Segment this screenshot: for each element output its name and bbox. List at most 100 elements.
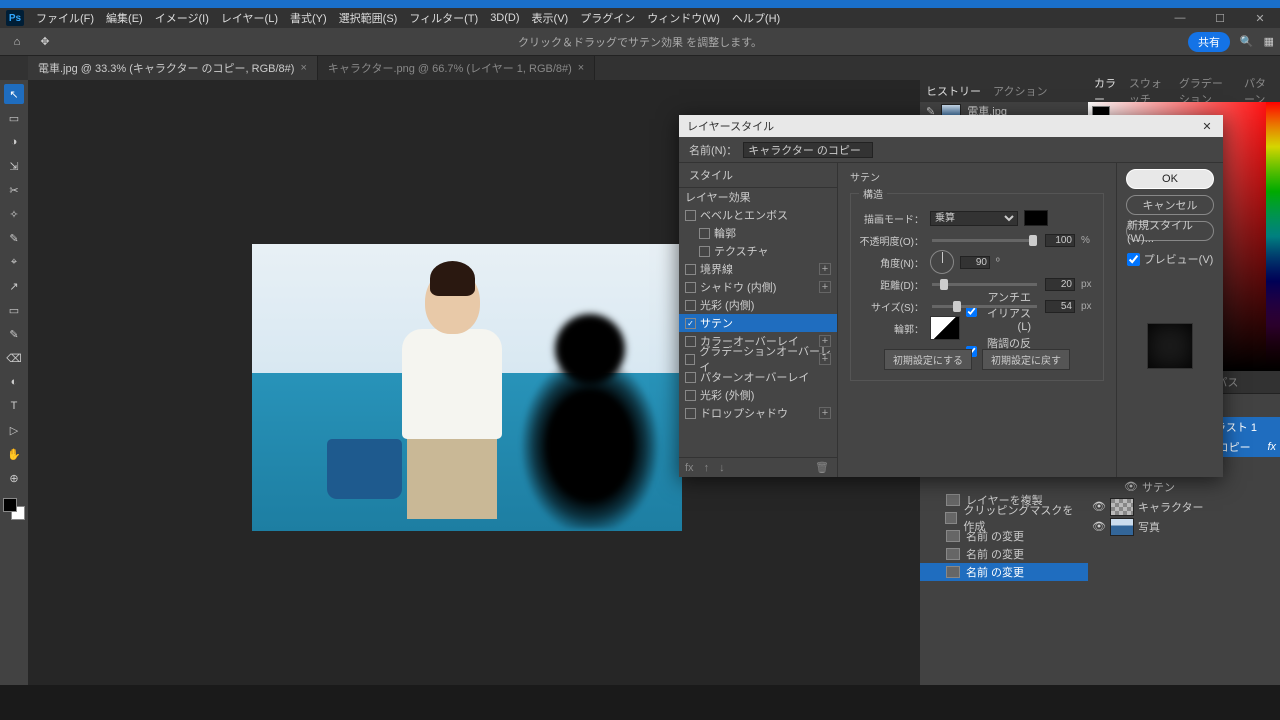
style-checkbox[interactable] <box>685 300 696 311</box>
style-item-サテン[interactable]: ✓サテン <box>679 314 837 332</box>
style-checkbox[interactable] <box>685 264 696 275</box>
move-tool-icon[interactable]: ✥ <box>36 33 54 51</box>
opacity-input[interactable] <box>1045 234 1075 247</box>
share-button[interactable]: 共有 <box>1188 32 1230 52</box>
opacity-slider[interactable] <box>932 239 1037 242</box>
layer-row[interactable]: 👁キャラクター <box>1088 497 1280 517</box>
add-icon[interactable]: + <box>819 407 831 419</box>
style-item-輪郭[interactable]: 輪郭 <box>679 224 837 242</box>
workspace-icon[interactable]: ▦ <box>1264 35 1274 48</box>
menu-view[interactable]: 表示(V) <box>532 10 569 26</box>
history-item[interactable]: クリッピングマスクを作成 <box>920 509 1088 527</box>
layer-row[interactable]: 👁写真 <box>1088 517 1280 537</box>
style-item-光彩 (内側)[interactable]: 光彩 (内側) <box>679 296 837 314</box>
history-brush-tool[interactable]: ▭ <box>4 300 24 320</box>
angle-input[interactable] <box>960 256 990 269</box>
menu-filter[interactable]: フィルター(T) <box>409 10 478 26</box>
window-maximize-icon[interactable]: ☐ <box>1200 8 1240 28</box>
style-checkbox[interactable] <box>685 372 696 383</box>
blend-mode-select[interactable]: 乗算 <box>930 211 1018 226</box>
style-checkbox[interactable] <box>685 336 696 347</box>
menu-type[interactable]: 書式(Y) <box>290 10 327 26</box>
doc-tab-2[interactable]: キャラクター.png @ 66.7% (レイヤー 1, RGB/8#) × <box>318 56 595 80</box>
menu-layer[interactable]: レイヤー(L) <box>221 10 278 26</box>
actions-tab[interactable]: アクション <box>993 83 1047 99</box>
make-default-button[interactable]: 初期設定にする <box>884 349 972 370</box>
distance-input[interactable] <box>1045 278 1075 291</box>
up-icon[interactable]: ↑ <box>704 462 710 474</box>
add-icon[interactable]: + <box>819 353 831 365</box>
frame-tool[interactable]: ✂ <box>4 180 24 200</box>
color-swatch[interactable] <box>1024 210 1048 226</box>
marquee-tool[interactable]: ▭ <box>4 108 24 128</box>
style-checkbox[interactable] <box>685 354 695 365</box>
history-item[interactable]: 名前 の変更 <box>920 563 1088 581</box>
add-icon[interactable]: + <box>819 263 831 275</box>
home-icon[interactable]: ⌂ <box>8 33 26 51</box>
menu-edit[interactable]: 編集(E) <box>106 10 143 26</box>
style-checkbox[interactable] <box>699 246 710 257</box>
style-item-ドロップシャドウ[interactable]: ドロップシャドウ+ <box>679 404 837 422</box>
preview-checkbox[interactable]: プレビュー(V) <box>1127 251 1214 267</box>
eye-icon[interactable]: 👁 <box>1124 480 1138 493</box>
history-item[interactable]: 名前 の変更 <box>920 545 1088 563</box>
zoom-tool[interactable]: ⊕ <box>4 468 24 488</box>
style-item-光彩 (外側)[interactable]: 光彩 (外側) <box>679 386 837 404</box>
menu-window[interactable]: ウィンドウ(W) <box>647 10 720 26</box>
menu-file[interactable]: ファイル(F) <box>36 10 94 26</box>
style-item-テクスチャ[interactable]: テクスチャ <box>679 242 837 260</box>
window-minimize-icon[interactable]: — <box>1160 8 1200 28</box>
style-checkbox[interactable]: ✓ <box>685 318 696 329</box>
menu-image[interactable]: イメージ(I) <box>155 10 209 26</box>
fg-bg-swatch[interactable] <box>3 498 25 520</box>
fx-icon[interactable]: fx <box>685 462 694 474</box>
layer-row[interactable]: 👁サテン <box>1088 477 1280 497</box>
clone-tool[interactable]: ↗ <box>4 276 24 296</box>
crop-tool[interactable]: ⇲ <box>4 156 24 176</box>
style-item-シャドウ (内側)[interactable]: シャドウ (内側)+ <box>679 278 837 296</box>
move-tool[interactable]: ↖ <box>4 84 24 104</box>
window-close-icon[interactable]: ✕ <box>1240 8 1280 28</box>
eye-icon[interactable]: 👁 <box>1092 520 1106 533</box>
dialog-close-icon[interactable]: ✕ <box>1199 118 1215 134</box>
style-checkbox[interactable] <box>699 228 710 239</box>
style-checkbox[interactable] <box>685 408 696 419</box>
cancel-button[interactable]: キャンセル <box>1126 195 1214 215</box>
ok-button[interactable]: OK <box>1126 169 1214 189</box>
down-icon[interactable]: ↓ <box>719 462 725 474</box>
style-item-ベベルとエンボス[interactable]: ベベルとエンボス <box>679 206 837 224</box>
menu-plugin[interactable]: プラグイン <box>580 10 635 26</box>
style-checkbox[interactable] <box>685 282 696 293</box>
doc-tab-1[interactable]: 電車.jpg @ 33.3% (キャラクター のコピー, RGB/8#) × <box>28 56 318 80</box>
style-checkbox[interactable] <box>685 210 696 221</box>
style-item-境界線[interactable]: 境界線+ <box>679 260 837 278</box>
search-icon[interactable]: 🔍 <box>1240 35 1254 48</box>
menu-3d[interactable]: 3D(D) <box>490 12 519 24</box>
hand-tool[interactable]: ✋ <box>4 444 24 464</box>
style-item-パターンオーバーレイ[interactable]: パターンオーバーレイ <box>679 368 837 386</box>
lasso-tool[interactable]: ◑ <box>4 132 24 152</box>
trash-icon[interactable]: 🗑 <box>815 461 829 474</box>
style-checkbox[interactable] <box>685 390 696 401</box>
contour-picker[interactable] <box>930 316 960 340</box>
gradient-tool[interactable]: ⌫ <box>4 348 24 368</box>
close-icon[interactable]: × <box>578 62 584 74</box>
blur-tool[interactable]: ◐ <box>4 372 24 392</box>
size-slider[interactable] <box>932 305 1037 308</box>
brush-tool[interactable]: ⌖ <box>4 252 24 272</box>
angle-dial[interactable] <box>930 250 954 274</box>
path-tool[interactable]: ▷ <box>4 420 24 440</box>
size-input[interactable] <box>1045 300 1075 313</box>
eye-icon[interactable]: 👁 <box>1092 500 1106 513</box>
layer-effect-header[interactable]: レイヤー効果 <box>679 188 837 206</box>
document-image[interactable] <box>252 244 682 531</box>
layer-name-input[interactable] <box>743 142 873 158</box>
menu-help[interactable]: ヘルプ(H) <box>732 10 780 26</box>
reset-default-button[interactable]: 初期設定に戻す <box>982 349 1070 370</box>
eraser-tool[interactable]: ✎ <box>4 324 24 344</box>
new-style-button[interactable]: 新規スタイル(W)... <box>1126 221 1214 241</box>
eyedropper-tool[interactable]: ✧ <box>4 204 24 224</box>
close-icon[interactable]: × <box>300 62 306 74</box>
hue-slider[interactable] <box>1266 102 1280 371</box>
style-item-グラデーションオーバーレイ[interactable]: グラデーションオーバーレイ+ <box>679 350 837 368</box>
